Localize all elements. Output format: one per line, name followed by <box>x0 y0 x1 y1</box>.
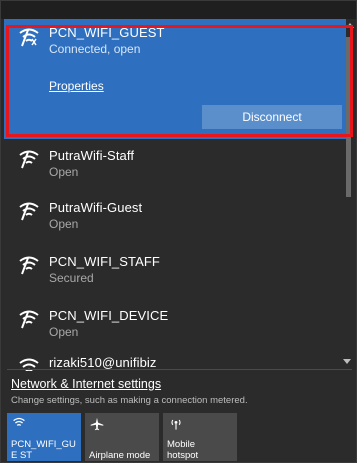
network-list-panel: PCN_WIFI_GUEST Connected, open Propertie… <box>4 19 354 461</box>
mobile-hotspot-tile[interactable]: Mobile hotspot <box>163 413 237 461</box>
wifi-icon <box>13 417 25 426</box>
active-network-item[interactable]: PCN_WIFI_GUEST Connected, open Propertie… <box>4 19 346 139</box>
tile-label: PCN_WIFI_GUE ST <box>11 439 76 461</box>
airplane-icon <box>90 417 104 431</box>
scrollbar-thumb[interactable] <box>346 37 351 197</box>
flyout-top-edge <box>1 1 356 19</box>
divider <box>7 369 352 370</box>
network-flyout-window: PCN_WIFI_GUEST Connected, open Propertie… <box>0 0 357 463</box>
network-status: Open <box>49 217 79 231</box>
wifi-quick-action-tile[interactable]: PCN_WIFI_GUE ST <box>7 413 81 461</box>
active-network-status: Connected, open <box>49 42 141 56</box>
network-settings-area: Network & Internet settings Change setti… <box>4 371 354 461</box>
settings-description: Change settings, such as making a connec… <box>11 395 248 406</box>
tile-label: Mobile hotspot <box>167 439 199 461</box>
network-name: PutraWifi-Staff <box>49 148 135 163</box>
active-network-name: PCN_WIFI_GUEST <box>49 25 165 40</box>
network-item-putrawifi-guest[interactable]: PutraWifi-Guest Open <box>4 195 346 251</box>
network-name: rizaki510@unifibiz <box>49 355 157 370</box>
scroll-down-arrow-icon[interactable] <box>343 359 351 364</box>
properties-link[interactable]: Properties <box>49 79 104 93</box>
scroll-up-arrow-icon[interactable] <box>346 23 354 28</box>
network-internet-settings-link[interactable]: Network & Internet settings <box>11 377 161 391</box>
network-name: PCN_WIFI_STAFF <box>49 254 160 269</box>
disconnect-button[interactable]: Disconnect <box>202 105 342 129</box>
wifi-open-icon <box>19 310 39 329</box>
wifi-open-icon <box>19 28 39 47</box>
network-item-pcn-wifi-device[interactable]: PCN_WIFI_DEVICE Open <box>4 303 346 359</box>
network-item-pcn-wifi-staff[interactable]: PCN_WIFI_STAFF Secured <box>4 249 346 305</box>
network-item-putrawifi-staff[interactable]: PutraWifi-Staff Open <box>4 139 346 195</box>
wifi-open-icon <box>19 202 39 221</box>
wifi-open-icon <box>19 150 39 169</box>
network-name: PCN_WIFI_DEVICE <box>49 308 169 323</box>
tile-label: Airplane mode <box>89 450 151 461</box>
network-status: Secured <box>49 271 94 285</box>
wifi-secured-icon <box>19 256 39 275</box>
network-status: Open <box>49 165 79 179</box>
network-status: Open <box>49 325 79 339</box>
airplane-mode-tile[interactable]: Airplane mode <box>85 413 159 461</box>
hotspot-icon <box>171 419 181 430</box>
network-name: PutraWifi-Guest <box>49 200 143 215</box>
